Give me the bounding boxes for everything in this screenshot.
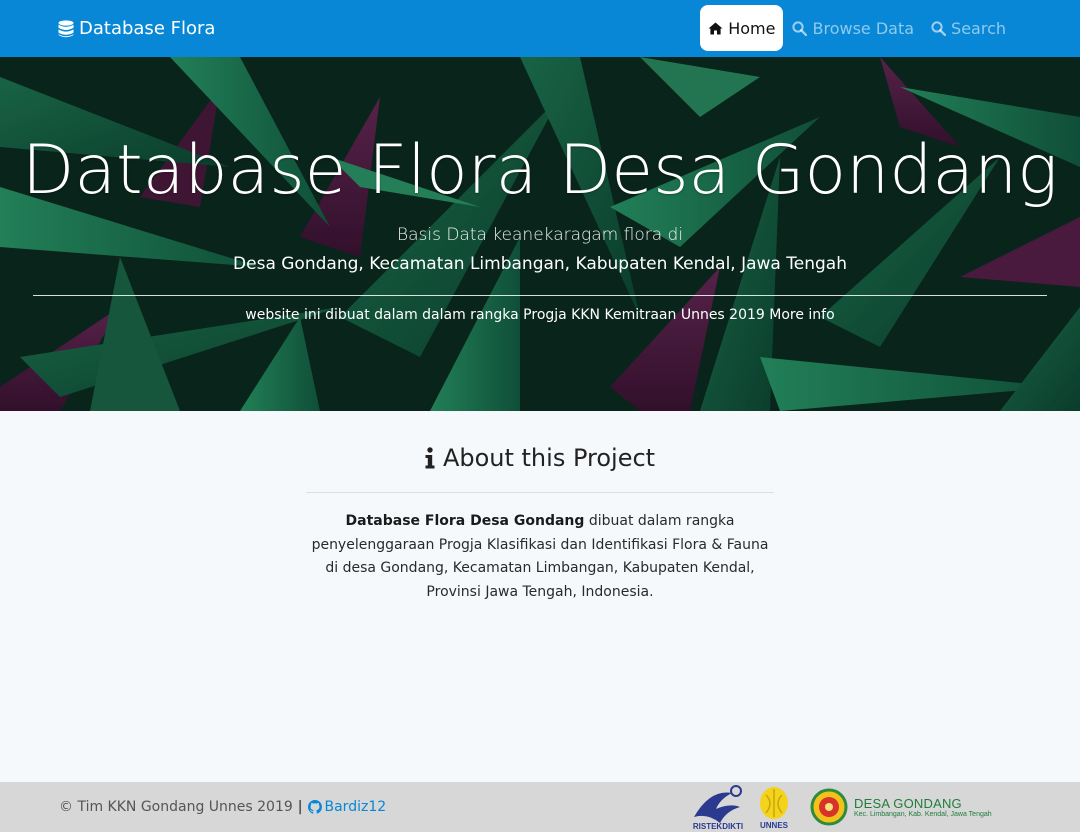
footer-copyright: © Tim KKN Gondang Unnes 2019 | Bardiz12 (59, 782, 386, 832)
database-icon (58, 19, 74, 37)
github-icon (307, 800, 322, 814)
nav-browse-data-label: Browse Data (812, 18, 915, 38)
about-description: Database Flora Desa Gondang dibuat dalam… (306, 510, 774, 604)
copyright-text: © Tim KKN Gondang Unnes 2019 (59, 799, 293, 815)
about-project-name: Database Flora Desa Gondang (345, 513, 585, 529)
hero-note-text: website ini dibuat dalam dalam rangka Pr… (245, 307, 770, 323)
navbar: Database Flora Home Browse Data Search (0, 0, 1080, 57)
desa-gondang-subtitle: Kec. Limbangan, Kab. Kendal, Jawa Tengah (854, 811, 992, 818)
nav-home[interactable]: Home (700, 5, 784, 51)
brand-link[interactable]: Database Flora (58, 0, 215, 57)
nav-search-label: Search (951, 18, 1006, 38)
ristekdikti-logo: RISTEKDIKTI (693, 785, 743, 831)
github-label: Bardiz12 (324, 799, 387, 815)
search-icon (792, 20, 808, 36)
hero-subtitle-line2: Desa Gondang, Kecamatan Limbangan, Kabup… (233, 254, 847, 274)
unnes-logo: UNNES (760, 787, 789, 830)
hero-title: Database Flora Desa Gondang (22, 131, 1058, 210)
desa-gondang-logo: DESA GONDANG Kec. Limbangan, Kab. Kendal… (854, 796, 992, 818)
footer-logos: RISTEKDIKTI UNNES DESA GONDANG Kec. Limb… (690, 782, 992, 832)
info-icon (425, 447, 435, 469)
unnes-logo-text: UNNES (760, 821, 789, 830)
hero-note: website ini dibuat dalam dalam rangka Pr… (0, 307, 1080, 323)
nav-browse-data[interactable]: Browse Data (784, 5, 922, 51)
nav-menu: Home Browse Data Search (699, 5, 1014, 51)
more-info-link[interactable]: More info (769, 307, 834, 323)
search-icon (931, 20, 947, 36)
nav-search[interactable]: Search (923, 5, 1014, 51)
about-heading: About this Project (0, 444, 1080, 472)
hero-divider (33, 295, 1047, 296)
footer: © Tim KKN Gondang Unnes 2019 | Bardiz12 … (0, 782, 1080, 832)
desa-gondang-title: DESA GONDANG (854, 796, 962, 811)
ristekdikti-logo-text: RISTEKDIKTI (693, 822, 743, 831)
home-icon (708, 22, 723, 34)
github-link[interactable]: Bardiz12 (307, 799, 387, 815)
desa-gondang-crest-icon (810, 788, 848, 826)
nav-home-label: Home (728, 18, 776, 38)
about-divider (306, 492, 774, 493)
about-title: About this Project (442, 444, 656, 472)
footer-separator: | (297, 799, 303, 815)
hero-banner: Database Flora Desa Gondang Basis Data k… (0, 57, 1080, 411)
hero-subtitle-line1: Basis Data keanekaragam flora di (396, 225, 684, 245)
brand-label: Database Flora (79, 18, 216, 39)
